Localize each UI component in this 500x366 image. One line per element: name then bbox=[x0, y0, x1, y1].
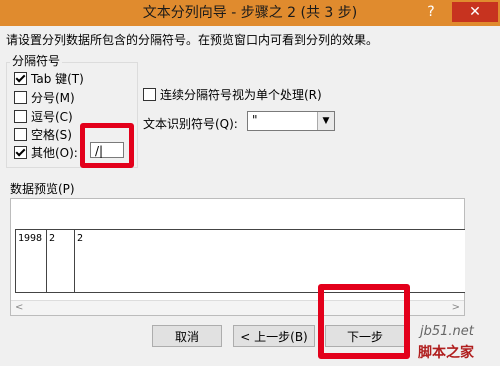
semicolon-label: 分号(M) bbox=[31, 90, 75, 105]
space-option[interactable]: 空格(S) bbox=[14, 126, 72, 142]
watermark-brand: 脚本之家 bbox=[418, 345, 474, 361]
scroll-left-icon[interactable]: < bbox=[15, 301, 23, 315]
step-description: 请设置分列数据所包含的分隔符号。在预览窗口内可看到分列的效果。 bbox=[6, 33, 379, 47]
preview-cell: 2 bbox=[49, 233, 56, 244]
cancel-button[interactable]: 取消 bbox=[152, 325, 222, 347]
semicolon-option[interactable]: 分号(M) bbox=[14, 89, 75, 105]
watermark-site: jb51.net bbox=[420, 324, 474, 339]
preview-cell: 1998 bbox=[18, 233, 43, 244]
other-option[interactable]: 其他(O): bbox=[14, 144, 78, 160]
delimiter-group-label: 分隔符号 bbox=[10, 52, 63, 69]
other-label: 其他(O): bbox=[31, 145, 78, 160]
space-label: 空格(S) bbox=[31, 127, 72, 142]
comma-option[interactable]: 逗号(C) bbox=[14, 108, 73, 124]
highlight-box-other bbox=[80, 123, 134, 168]
consecutive-label: 连续分隔符号视为单个处理(R) bbox=[160, 88, 322, 102]
other-checkbox[interactable] bbox=[14, 145, 27, 159]
back-button[interactable]: < 上一步(B) bbox=[233, 325, 315, 347]
space-checkbox[interactable] bbox=[14, 127, 27, 141]
comma-checkbox[interactable] bbox=[14, 109, 27, 123]
tab-checkbox[interactable] bbox=[14, 71, 27, 85]
tab-option[interactable]: Tab 键(T) bbox=[14, 70, 84, 86]
chevron-down-icon[interactable]: ▼ bbox=[317, 112, 334, 130]
preview-cell: 2 bbox=[77, 233, 84, 244]
tab-label: Tab 键(T) bbox=[31, 71, 84, 86]
text-qualifier-select[interactable]: " ▼ bbox=[247, 111, 335, 131]
preview-label: 数据预览(P) bbox=[10, 182, 75, 196]
highlight-box-next bbox=[318, 284, 410, 359]
comma-label: 逗号(C) bbox=[31, 109, 73, 124]
consecutive-checkbox[interactable] bbox=[143, 88, 156, 101]
text-qualifier-value: " bbox=[252, 113, 258, 127]
scroll-right-icon[interactable]: > bbox=[452, 301, 460, 315]
consecutive-option[interactable]: 连续分隔符号视为单个处理(R) bbox=[143, 86, 322, 103]
close-button[interactable]: ✕ bbox=[452, 2, 498, 22]
text-qualifier-label: 文本识别符号(Q): bbox=[143, 117, 238, 131]
semicolon-checkbox[interactable] bbox=[14, 90, 27, 104]
help-button[interactable]: ? bbox=[413, 2, 449, 22]
